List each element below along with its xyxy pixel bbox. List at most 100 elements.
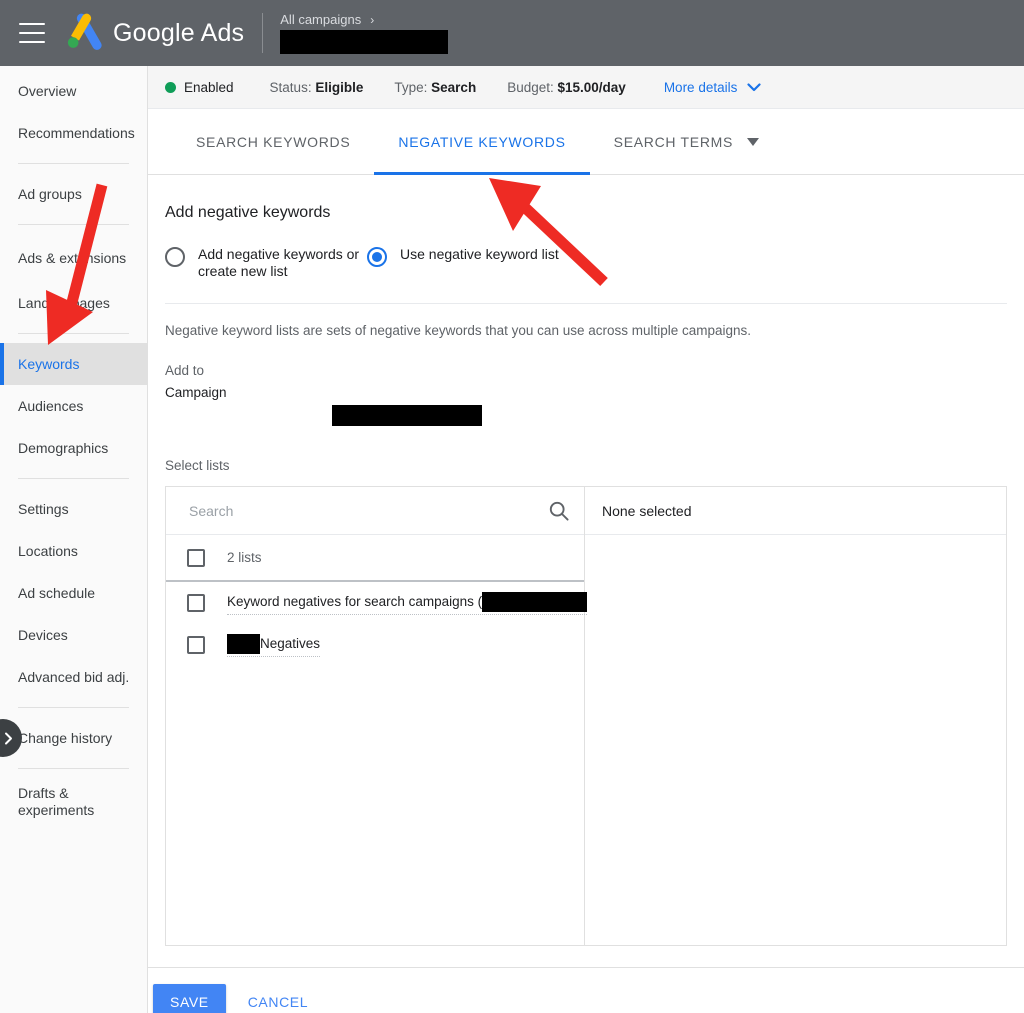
redacted-list-name [482,591,588,612]
google-ads-logo [61,13,107,53]
campaign-label: Campaign [165,385,227,400]
sidebar-item-ad-groups[interactable]: Ad groups [0,173,147,215]
sidebar-item-ad-schedule[interactable]: Ad schedule [0,572,147,614]
selected-summary: None selected [585,487,1006,535]
sidebar-divider [18,163,129,164]
list-item-label: Keyword negatives for search campaigns ( [227,594,483,609]
add-negative-keywords-form: Add negative keywords Add negative keywo… [148,175,1024,1013]
sidebar-item-overview[interactable]: Overview [0,70,147,112]
status-field: Status: Eligible [270,80,364,95]
radio-option-1-label: Add negative keywords or create new list [198,246,360,279]
type-field: Type: Search [394,80,476,95]
radio-option-create-new-list[interactable]: Add negative keywords or create new list [165,246,365,280]
breadcrumb-label: All campaigns [280,12,362,27]
sidebar-item-label: Advanced bid adj. [18,668,130,685]
budget-value: $15.00/day [557,79,626,95]
left-sidebar-nav: Overview Recommendations Ad groups Ads & ex… [0,66,148,1013]
tab-search-keywords[interactable]: SEARCH KEYWORDS [172,109,374,175]
picker-search-row [166,487,584,535]
budget-key: Budget: [507,79,554,95]
select-all-checkbox[interactable] [187,548,205,567]
sidebar-item-demographics[interactable]: Demographics [0,427,147,469]
main-content: Enabled Status: Eligible Type: Search Bu… [148,66,1024,1013]
list-item-label: Negatives [260,636,321,651]
sidebar-item-locations[interactable]: Locations [0,530,147,572]
keyword-tabs: SEARCH KEYWORDS NEGATIVE KEYWORDS SEARCH T… [148,109,1024,175]
chevron-down-icon[interactable] [747,137,760,146]
sidebar-item-audiences[interactable]: Audiences [0,385,147,427]
tab-negative-keywords[interactable]: NEGATIVE KEYWORDS [374,109,590,175]
list-item-label-wrap: Negatives [227,633,321,657]
sidebar-item-ads-extensions[interactable]: Ads & extensions [0,234,147,282]
sidebar-item-label: Keywords [18,355,80,372]
sidebar-item-label: Ad schedule [18,584,96,601]
sidebar-item-label: Settings [18,500,69,517]
chevron-right-icon [5,732,12,744]
breadcrumb: All campaigns › [280,12,449,54]
sidebar-divider [18,768,129,769]
sidebar-item-label: Ads & extensions [18,249,127,266]
breadcrumb-all-campaigns[interactable]: All campaigns › [280,12,448,27]
tab-search-terms[interactable]: SEARCH TERMS [590,109,783,175]
sidebar-item-landing-pages[interactable]: Landing pages [0,282,147,324]
sidebar-item-label: Ad groups [18,185,82,202]
tab-label: NEGATIVE KEYWORDS [398,133,566,150]
sidebar-item-devices[interactable]: Devices [0,614,147,656]
type-value: Search [431,79,477,95]
sidebar-item-change-history[interactable]: Change history [0,717,147,759]
status-badge: Enabled [184,79,234,95]
sidebar-item-label: Landing pages [18,294,110,311]
radio-unchecked-icon[interactable] [165,247,185,267]
radio-option-2-label: Use negative keyword list [400,246,559,262]
topbar-divider [262,13,264,53]
radio-checked-icon[interactable] [367,247,387,267]
more-details-label: More details [663,79,738,95]
redacted-campaign-name [332,405,482,426]
chevron-down-icon [747,82,761,91]
sidebar-item-label: Drafts & experiments [18,785,95,818]
search-input[interactable] [187,501,548,520]
list-item[interactable]: Negatives [166,624,584,666]
select-all-row[interactable]: 2 lists [166,535,584,582]
cancel-button[interactable]: CANCEL [242,993,314,1011]
more-details-button[interactable]: More details [664,80,762,95]
budget-field: Budget: $15.00/day [507,80,626,95]
sidebar-item-keywords[interactable]: Keywords [0,343,147,385]
sidebar-item-settings[interactable]: Settings [0,488,147,530]
sidebar-item-label: Recommendations [18,124,135,141]
select-lists-label: Select lists [165,458,230,473]
tab-label: SEARCH TERMS [613,133,734,150]
picker-rows: Keyword negatives for search campaigns (… [166,582,588,666]
radio-option-use-keyword-list[interactable]: Use negative keyword list [367,246,559,267]
negative-list-picker: 2 lists Keyword negatives for search cam… [165,486,1007,946]
list-count-label: 2 lists [227,550,262,565]
sidebar-item-label: Audiences [18,397,84,414]
save-button[interactable]: SAVE [153,984,226,1013]
google-ads-app-window: Google Ads All campaigns › Overview Recom… [0,0,1024,1013]
status-dot-icon [165,81,176,93]
type-key: Type: [394,79,428,95]
sidebar-item-advanced-bid-adj[interactable]: Advanced bid adj. [0,656,147,698]
picker-available-panel: 2 lists Keyword negatives for search cam… [166,487,588,945]
status-value: Eligible [315,79,364,95]
list-item[interactable]: Keyword negatives for search campaigns ( [166,582,588,624]
add-to-label: Add to [165,363,205,378]
page-title: Add negative keywords [165,204,331,221]
search-icon[interactable] [548,500,570,522]
status-key: Status: [269,79,312,95]
picker-selected-panel: None selected [585,487,1006,945]
brand-title: Google Ads [113,18,245,47]
sidebar-item-recommendations[interactable]: Recommendations [0,112,147,154]
sidebar-divider [18,478,129,479]
sidebar-item-label: Demographics [18,439,109,456]
redacted-account-name [280,30,449,54]
sidebar-divider [18,224,129,225]
hamburger-menu-icon[interactable] [19,23,45,43]
mode-radio-group: Add negative keywords or create new list… [148,223,1024,280]
form-description: Negative keyword lists are sets of negat… [165,323,752,338]
list-item-checkbox[interactable] [187,636,205,654]
list-item-checkbox[interactable] [187,594,205,612]
list-item-label-wrap: Keyword negatives for search campaigns ( [227,591,588,615]
sidebar-item-label: Overview [18,82,77,99]
sidebar-item-drafts-experiments[interactable]: Drafts & experiments [0,778,147,826]
